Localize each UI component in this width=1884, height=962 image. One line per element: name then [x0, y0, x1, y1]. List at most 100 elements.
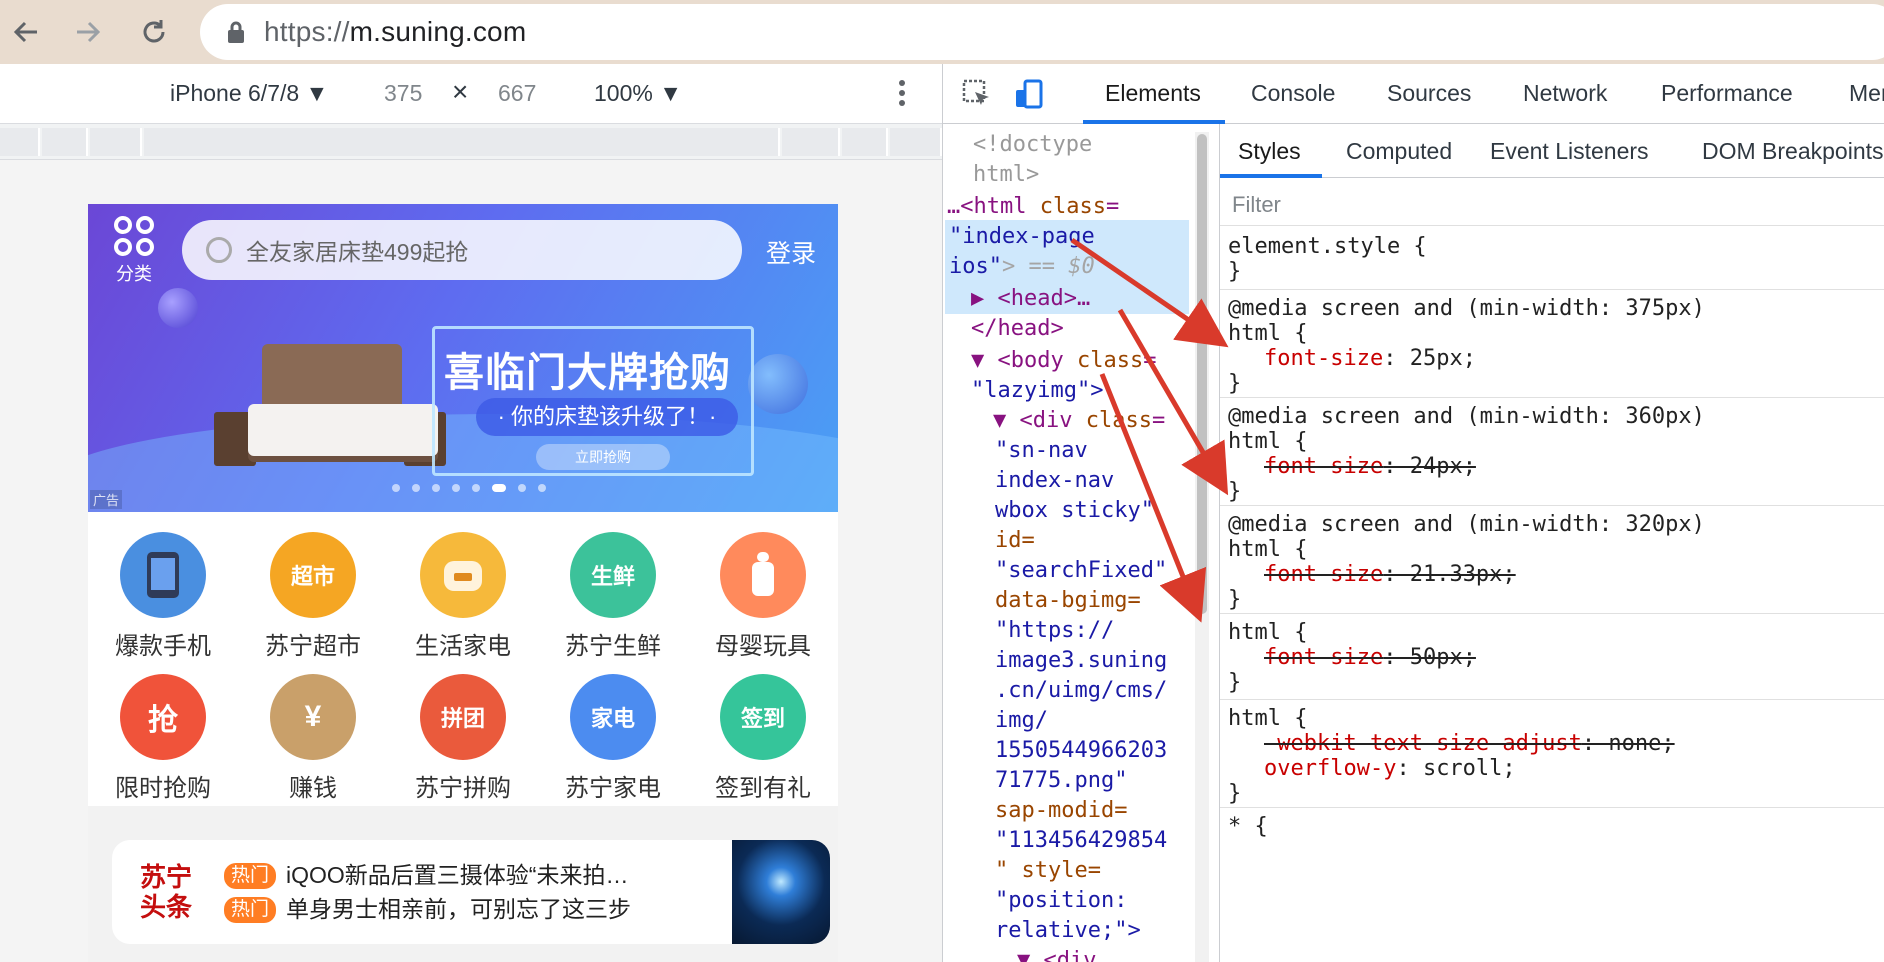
tab-elements[interactable]: Elements	[1105, 80, 1201, 107]
rule-selector: html {	[1228, 429, 1308, 454]
dom-line: "index-page	[949, 224, 1095, 249]
tab-memory[interactable]: Mem	[1849, 80, 1884, 107]
search-placeholder: 全友家居床垫499起抢	[246, 239, 469, 265]
rule-selector: html {	[1228, 537, 1308, 562]
category-icon[interactable]	[114, 216, 154, 256]
grid-item[interactable]: 爆款手机	[88, 532, 238, 662]
overridden-declaration[interactable]: -webkit-text-size-adjust: none;	[1228, 731, 1878, 756]
dom-line[interactable]: ▼ <body class=	[971, 346, 1156, 376]
grid-item[interactable]: ¥ 赚钱	[238, 674, 388, 804]
dom-line: data-bgimg=	[995, 588, 1141, 613]
overridden-declaration[interactable]: font-size: 21.33px;	[1228, 562, 1878, 587]
style-rule[interactable]: html { -webkit-text-size-adjust: none; o…	[1220, 700, 1884, 808]
styles-filter-input[interactable]: Filter	[1220, 184, 1884, 226]
washer-icon: 家电	[570, 674, 656, 760]
scrollbar-thumb[interactable]	[1197, 134, 1207, 614]
media-query-ruler[interactable]	[0, 124, 942, 160]
grid-item[interactable]: 生鲜 苏宁生鲜	[538, 532, 688, 662]
tab-computed[interactable]: Computed	[1346, 138, 1452, 165]
rule-brace: }	[1228, 259, 1242, 284]
zoom-select[interactable]: 100% ▼	[594, 80, 682, 107]
url-host: m.suning.com	[349, 16, 527, 47]
grid-item[interactable]: 生活家电	[388, 532, 538, 662]
back-arrow-icon	[13, 21, 37, 43]
grid-item[interactable]: 母婴玩具	[688, 532, 838, 662]
rule-brace: }	[1228, 670, 1242, 695]
grid-item[interactable]: 签到 签到有礼	[688, 674, 838, 804]
tab-console[interactable]: Console	[1251, 80, 1335, 107]
news-thumbnail[interactable]	[732, 840, 830, 944]
device-toolbar: iPhone 6/7/8 ▼ 375 × 667 100% ▼	[0, 64, 942, 124]
tab-dom-breakpoints[interactable]: DOM Breakpoints	[1702, 138, 1884, 165]
style-rule[interactable]: @media screen and (min-width: 320px) htm…	[1220, 506, 1884, 614]
tab-sources[interactable]: Sources	[1387, 80, 1471, 107]
tab-network[interactable]: Network	[1523, 80, 1607, 107]
forward-button[interactable]	[62, 6, 114, 58]
url-scheme: https://	[264, 16, 350, 47]
dom-line[interactable]: ▶ <head>…	[971, 284, 1090, 314]
tab-performance[interactable]: Performance	[1661, 80, 1793, 107]
styles-sidebar: Styles Computed Event Listeners DOM Brea…	[1219, 124, 1884, 962]
category-label[interactable]: 分类	[116, 260, 152, 286]
overridden-declaration[interactable]: font-size: 24px;	[1228, 454, 1878, 479]
device-select[interactable]: iPhone 6/7/8 ▼	[170, 80, 328, 107]
dom-line: ios"> == $0	[949, 254, 1095, 279]
hero-banner[interactable]: 分类 全友家居床垫499起抢 登录 喜临门大牌抢购 · 你的床垫该升级了！· 立…	[88, 204, 838, 512]
dom-line[interactable]: ▼ <div	[1017, 946, 1096, 962]
width-input[interactable]: 375	[384, 80, 422, 107]
login-link[interactable]: 登录	[766, 234, 816, 270]
fresh-food-icon: 生鲜	[570, 532, 656, 618]
dom-line: .cn/uimg/cms/	[995, 678, 1168, 703]
style-rule[interactable]: @media screen and (min-width: 360px) htm…	[1220, 398, 1884, 506]
news-item-text: 单身男士相亲前，可别忘了这三步	[286, 896, 632, 922]
money-bag-icon: ¥	[270, 674, 356, 760]
more-options-icon[interactable]	[898, 78, 906, 114]
style-declaration[interactable]: overflow-y: scroll;	[1228, 756, 1878, 781]
dom-line: id=	[995, 528, 1035, 553]
media-query: @media screen and (min-width: 375px)	[1228, 296, 1705, 321]
dom-tree[interactable]: <!doctype html> …<html class= "index-pag…	[943, 124, 1193, 962]
device-toggle-icon[interactable]	[1013, 78, 1045, 110]
reload-icon	[143, 20, 165, 43]
dom-line[interactable]: ▼ <div class=	[993, 406, 1165, 436]
dom-line[interactable]: …<html class=	[947, 192, 1119, 222]
news-headlines[interactable]: 苏宁头条 热门 iQOO新品后置三摄体验“未来拍… 热门 单身男士相亲前，可别忘了这…	[112, 840, 830, 944]
news-item[interactable]: 热门 iQOO新品后置三摄体验“未来拍…	[224, 856, 628, 890]
grid-item[interactable]: 家电 苏宁家电	[538, 674, 688, 804]
grid-item[interactable]: 超市 苏宁超市	[238, 532, 388, 662]
carousel-dots[interactable]	[392, 484, 546, 492]
banner-cta-button[interactable]: 立即抢购	[536, 444, 670, 470]
address-bar[interactable]: https://m.suning.com	[200, 4, 1884, 60]
rule-selector: html {	[1228, 321, 1308, 346]
height-input[interactable]: 667	[498, 80, 536, 107]
banner-orb	[158, 288, 198, 328]
flash-sale-icon: 抢	[120, 674, 206, 760]
grid-item[interactable]: 抢限时抢购	[88, 674, 238, 804]
rule-selector: html {	[1228, 620, 1308, 645]
back-button[interactable]	[0, 6, 52, 58]
dom-line: </head>	[971, 316, 1064, 341]
dom-scrollbar[interactable]	[1195, 132, 1209, 962]
search-input[interactable]: 全友家居床垫499起抢	[182, 220, 742, 280]
grid-item-label: 爆款手机	[115, 633, 211, 660]
style-rule[interactable]: * {	[1220, 808, 1884, 847]
browser-toolbar: https://m.suning.com	[0, 0, 1884, 64]
devtools-panel: Elements Console Sources Network Perform…	[942, 64, 1884, 962]
style-rule[interactable]: html { font-size: 50px; }	[1220, 614, 1884, 700]
news-item[interactable]: 热门 单身男士相亲前，可别忘了这三步	[224, 890, 631, 924]
tab-event-listeners[interactable]: Event Listeners	[1490, 138, 1649, 165]
dom-line: 71775.png"	[995, 768, 1128, 793]
dom-line: "searchFixed"	[995, 558, 1168, 583]
dom-line: 1550544966203	[995, 738, 1168, 763]
overridden-declaration[interactable]: font-size: 50px;	[1228, 645, 1878, 670]
bed-image	[248, 344, 438, 472]
reload-button[interactable]	[128, 6, 180, 58]
inspect-element-icon[interactable]	[961, 78, 993, 110]
dom-line: " style=	[995, 858, 1101, 883]
tab-styles[interactable]: Styles	[1238, 138, 1301, 165]
style-rule[interactable]: @media screen and (min-width: 375px) htm…	[1220, 290, 1884, 398]
style-rule[interactable]: element.style { }	[1220, 228, 1884, 290]
rule-selector: element.style {	[1228, 234, 1427, 259]
style-declaration[interactable]: font-size: 25px;	[1228, 346, 1878, 371]
grid-item[interactable]: 拼团 苏宁拼购	[388, 674, 538, 804]
